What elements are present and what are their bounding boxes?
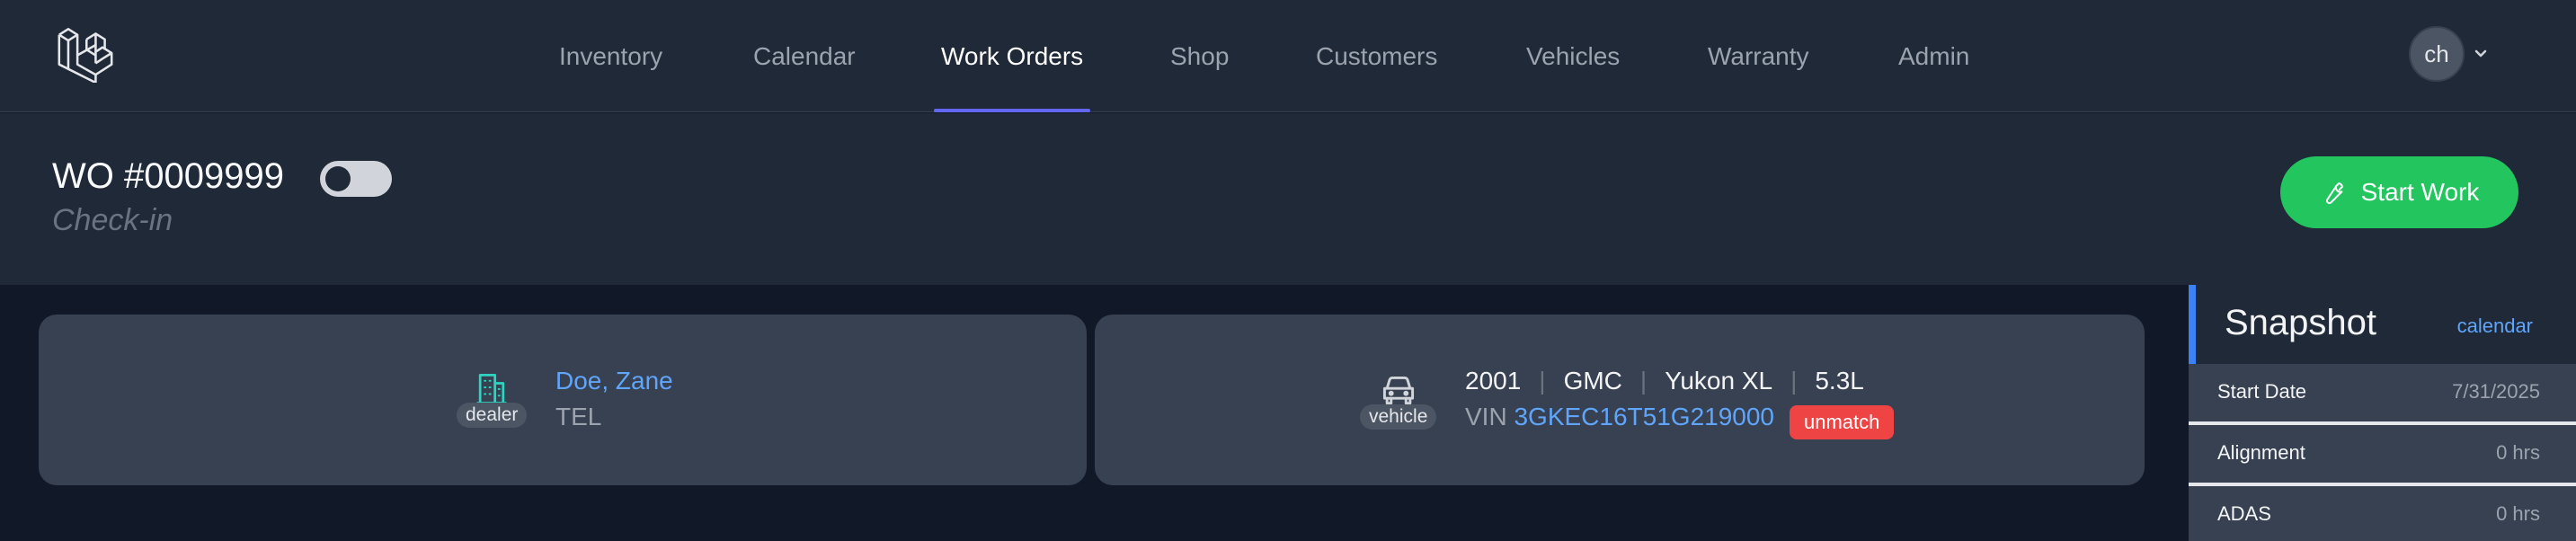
nav-work-orders[interactable]: Work Orders bbox=[933, 0, 1091, 112]
work-order-toggle[interactable] bbox=[320, 161, 392, 197]
nav-warranty[interactable]: Warranty bbox=[1708, 0, 1809, 112]
separator: | bbox=[1790, 367, 1798, 395]
user-menu[interactable]: ch bbox=[2409, 26, 2490, 82]
customer-tel: TEL bbox=[555, 403, 602, 430]
chevron-down-icon bbox=[2474, 49, 2487, 58]
separator: | bbox=[1639, 367, 1648, 395]
vehicle-engine: 5.3L bbox=[1815, 367, 1864, 395]
start-work-label: Start Work bbox=[2360, 178, 2480, 206]
snapshot-row-label: ADAS bbox=[2217, 502, 2271, 525]
page-title: WO #0009999 bbox=[52, 156, 284, 196]
vehicle-year: 2001 bbox=[1465, 367, 1522, 395]
nav-admin[interactable]: Admin bbox=[1898, 0, 1969, 112]
snapshot-row-value: 0 hrs bbox=[2496, 441, 2540, 464]
nav-inventory[interactable]: Inventory bbox=[559, 0, 662, 112]
vehicle-card: vehicle 2001 | GMC | Yukon XL | 5.3L VIN… bbox=[1095, 315, 2145, 485]
vehicle-model: Yukon XL bbox=[1665, 367, 1773, 395]
nav-customers[interactable]: Customers bbox=[1316, 0, 1437, 112]
calendar-link[interactable]: calendar bbox=[2457, 315, 2533, 338]
dealer-label: dealer bbox=[457, 403, 528, 428]
nav-shop[interactable]: Shop bbox=[1170, 0, 1229, 112]
snapshot-title: Snapshot bbox=[2225, 303, 2377, 342]
toggle-knob bbox=[325, 166, 351, 191]
wrench-icon bbox=[2325, 182, 2343, 205]
unmatch-badge: unmatch bbox=[1790, 405, 1895, 439]
dealer-icon-block: dealer bbox=[457, 368, 528, 428]
snapshot-header: Snapshot calendar bbox=[2196, 285, 2576, 364]
vehicle-summary: 2001 | GMC | Yukon XL | 5.3L bbox=[1465, 367, 1864, 395]
snapshot-row-value: 0 hrs bbox=[2496, 502, 2540, 525]
separator: | bbox=[1539, 367, 1546, 395]
start-work-button[interactable]: Start Work bbox=[2280, 156, 2518, 228]
customer-card: dealer Doe, Zane TEL bbox=[39, 315, 1087, 485]
snapshot-row-value: 7/31/2025 bbox=[2452, 380, 2540, 403]
customer-name-link[interactable]: Doe, Zane bbox=[555, 367, 673, 395]
vehicle-icon-block: vehicle bbox=[1360, 370, 1437, 430]
snapshot-row-start-date: Start Date 7/31/2025 bbox=[2189, 364, 2576, 421]
snapshot-row-adas: ADAS 0 hrs bbox=[2189, 486, 2576, 541]
work-order-status: Check-in bbox=[52, 203, 173, 237]
work-order-header: WO #0009999 Check-in Start Work bbox=[0, 113, 2576, 285]
vehicle-make: GMC bbox=[1563, 367, 1622, 395]
snapshot-row-label: Start Date bbox=[2217, 380, 2307, 403]
vin-link[interactable]: 3GKEC16T51G219000 bbox=[1514, 403, 1774, 430]
top-navigation: Inventory Calendar Work Orders Shop Cust… bbox=[0, 0, 2576, 112]
snapshot-panel: Snapshot calendar Start Date 7/31/2025 A… bbox=[2189, 285, 2576, 541]
nav-vehicles[interactable]: Vehicles bbox=[1526, 0, 1620, 112]
snapshot-row-label: Alignment bbox=[2217, 441, 2305, 464]
nav-calendar[interactable]: Calendar bbox=[753, 0, 856, 112]
vin-line: VIN 3GKEC16T51G219000 bbox=[1465, 403, 1774, 431]
avatar[interactable]: ch bbox=[2409, 26, 2465, 82]
vehicle-label: vehicle bbox=[1360, 404, 1437, 430]
snapshot-row-alignment: Alignment 0 hrs bbox=[2189, 425, 2576, 483]
vin-label: VIN bbox=[1465, 403, 1507, 430]
